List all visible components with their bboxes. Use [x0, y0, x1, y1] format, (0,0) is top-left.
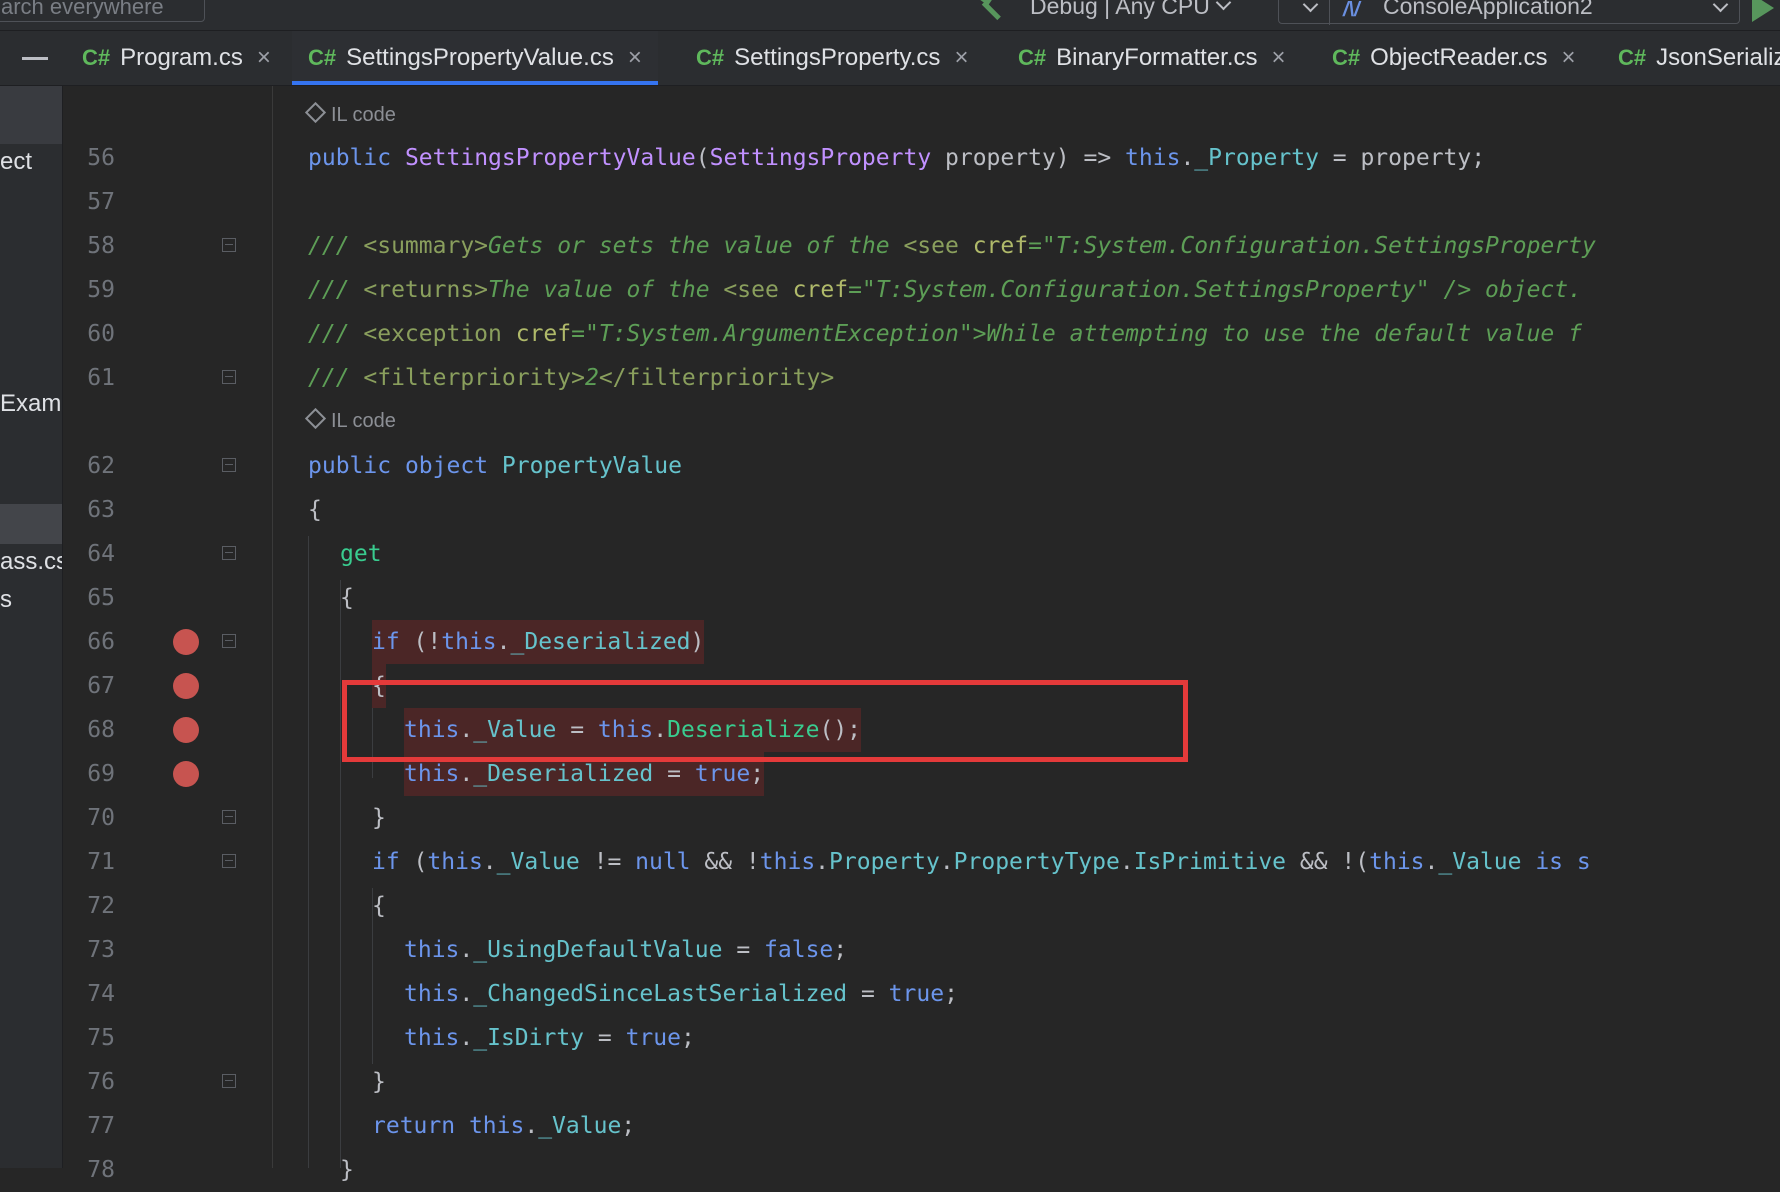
tab-jsonserializer-cs[interactable]: C# JsonSerializ [1602, 31, 1780, 85]
code-line[interactable]: 78 } [0, 1148, 1780, 1192]
breakpoint-icon[interactable] [173, 761, 199, 787]
line-number: 71 [87, 849, 115, 875]
chevron-down-icon[interactable] [1712, 0, 1729, 13]
line-number: 72 [87, 893, 115, 919]
fold-end-icon[interactable] [222, 370, 236, 384]
dotnet-icon: /\/ [1343, 0, 1360, 21]
code-line[interactable]: 72 { [0, 884, 1780, 928]
code-line[interactable]: 61 /// <filterpriority>2</filterpriority… [0, 356, 1780, 400]
code-line[interactable]: 57 [0, 180, 1780, 224]
code-line[interactable]: 76 } [0, 1060, 1780, 1104]
fold-icon[interactable] [222, 458, 236, 472]
tab-program-cs[interactable]: C# Program.cs × [66, 31, 287, 85]
line-number: 70 [87, 805, 115, 831]
breakpoint-icon[interactable] [173, 717, 199, 743]
main-toolbar: arch everywhere Debug | Any CPU /\/ Cons… [0, 0, 1780, 31]
line-number: 73 [87, 937, 115, 963]
close-icon[interactable]: × [628, 44, 642, 72]
tab-binaryformatter-cs[interactable]: C# BinaryFormatter.cs × [1002, 31, 1302, 85]
fold-icon[interactable] [222, 238, 236, 252]
il-diamond-icon [304, 407, 327, 430]
breakpoint-icon[interactable] [173, 629, 199, 655]
il-code-hint[interactable]: IL code [304, 406, 396, 436]
csharp-file-icon: C# [696, 45, 725, 70]
il-diamond-icon [304, 101, 327, 124]
highlight-annotation-box [342, 680, 1188, 762]
code-line[interactable]: 60 /// <exception cref="T:System.Argumen… [0, 312, 1780, 356]
tab-objectreader-cs[interactable]: C# ObjectReader.cs × [1316, 31, 1592, 85]
fold-end-icon[interactable] [222, 810, 236, 824]
tab-label: Program.cs [120, 44, 243, 71]
line-number: 67 [87, 673, 115, 699]
tab-label: BinaryFormatter.cs [1056, 44, 1258, 71]
tab-settingspropertyvalue-cs[interactable]: C# SettingsPropertyValue.cs × [292, 31, 658, 85]
search-everywhere-input[interactable]: arch everywhere [0, 0, 205, 22]
line-number: 56 [87, 145, 115, 171]
line-number: 63 [87, 497, 115, 523]
line-number: 60 [87, 321, 115, 347]
tab-label: SettingsProperty.cs [734, 44, 941, 71]
tab-label: ObjectReader.cs [1370, 44, 1548, 71]
run-configuration-label: ConsoleApplication2 [1383, 0, 1593, 19]
line-number: 62 [87, 453, 115, 479]
line-number: 57 [87, 189, 115, 215]
line-number: 69 [87, 761, 115, 787]
line-number: 64 [87, 541, 115, 567]
run-configuration-selector[interactable]: /\/ ConsoleApplication2 [1278, 0, 1740, 25]
fold-icon[interactable] [222, 634, 236, 648]
line-number: 74 [87, 981, 115, 1007]
code-line[interactable]: 58 /// <summary>Gets or sets the value o… [0, 224, 1780, 268]
code-line[interactable]: 59 /// <returns>The value of the <see cr… [0, 268, 1780, 312]
code-line[interactable]: 62 public object PropertyValue [0, 444, 1780, 488]
code-line[interactable]: 71 if (this._Value != null && !this.Prop… [0, 840, 1780, 884]
code-line[interactable]: 63 { [0, 488, 1780, 532]
chevron-down-icon [1215, 0, 1232, 11]
code-line[interactable]: 73 this._UsingDefaultValue = false; [0, 928, 1780, 972]
csharp-file-icon: C# [82, 45, 111, 70]
code-line[interactable]: 64 get [0, 532, 1780, 576]
line-number: 77 [87, 1113, 115, 1139]
code-line[interactable]: 77 return this._Value; [0, 1104, 1780, 1148]
line-number: 65 [87, 585, 115, 611]
close-icon[interactable]: × [954, 44, 968, 72]
line-number: 66 [87, 629, 115, 655]
line-number: 78 [87, 1157, 115, 1183]
line-number: 59 [87, 277, 115, 303]
build-configuration-dropdown[interactable]: Debug | Any CPU [1030, 0, 1232, 22]
fold-end-icon[interactable] [222, 1074, 236, 1088]
code-line[interactable]: 75 this._IsDirty = true; [0, 1016, 1780, 1060]
tab-label: SettingsPropertyValue.cs [346, 44, 614, 71]
close-icon[interactable]: × [1562, 44, 1576, 72]
csharp-file-icon: C# [1018, 45, 1047, 70]
code-line[interactable]: 65 { [0, 576, 1780, 620]
csharp-file-icon: C# [308, 45, 337, 70]
breakpoint-icon[interactable] [173, 673, 199, 699]
code-line-breakpoint[interactable]: 66 if (!this._Deserialized) [0, 620, 1780, 664]
chevron-down-icon[interactable] [1302, 0, 1319, 13]
tab-label: JsonSerializ [1656, 44, 1780, 71]
line-number: 68 [87, 717, 115, 743]
line-number: 58 [87, 233, 115, 259]
build-config-label: Debug | Any CPU [1030, 0, 1210, 19]
csharp-file-icon: C# [1618, 45, 1647, 70]
tab-settingsproperty-cs[interactable]: C# SettingsProperty.cs × [680, 31, 984, 85]
fold-icon[interactable] [222, 546, 236, 560]
close-icon[interactable]: × [1272, 44, 1286, 72]
il-code-hint[interactable]: IL code [304, 100, 396, 130]
fold-icon[interactable] [222, 854, 236, 868]
line-number: 61 [87, 365, 115, 391]
close-icon[interactable]: × [257, 44, 271, 72]
line-number: 76 [87, 1069, 115, 1095]
run-play-icon[interactable] [1752, 0, 1774, 22]
csharp-file-icon: C# [1332, 45, 1361, 70]
build-hammer-icon[interactable] [970, 0, 1006, 24]
code-line[interactable]: 56 public SettingsPropertyValue(Settings… [0, 136, 1780, 180]
code-line[interactable]: 74 this._ChangedSinceLastSerialized = tr… [0, 972, 1780, 1016]
code-line[interactable]: 70 } [0, 796, 1780, 840]
minimize-panel-icon[interactable] [22, 57, 48, 60]
line-number: 75 [87, 1025, 115, 1051]
editor-tab-bar: C# Program.cs × C# SettingsPropertyValue… [0, 31, 1780, 86]
